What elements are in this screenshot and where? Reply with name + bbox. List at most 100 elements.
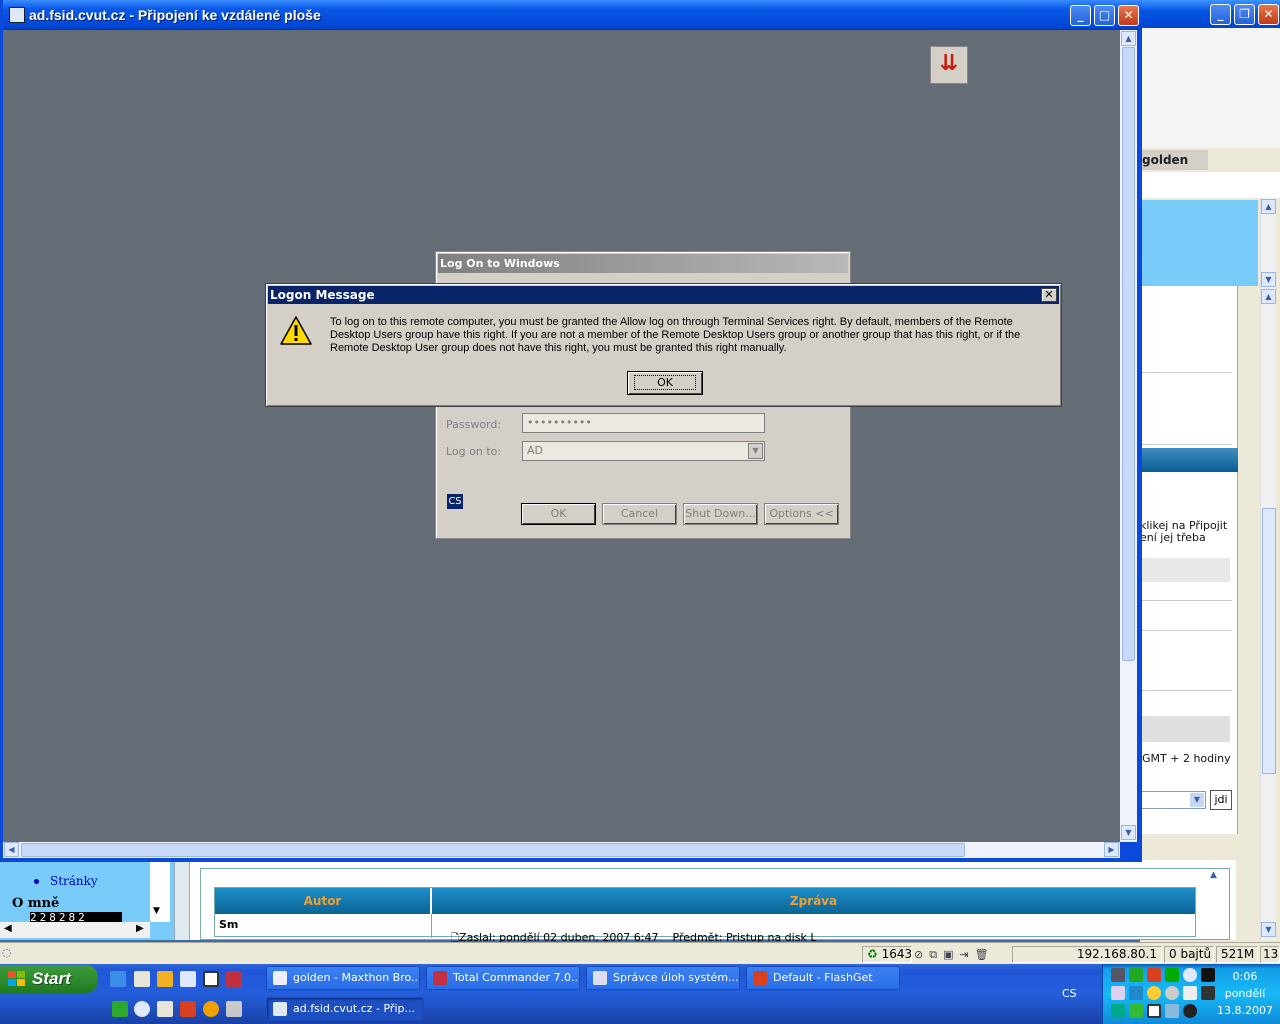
rd-maximize-button[interactable]: □	[1094, 5, 1115, 26]
media-player-icon[interactable]	[203, 1001, 219, 1017]
message-ok-button[interactable]: OK	[627, 371, 703, 395]
ie-icon[interactable]	[110, 971, 126, 987]
shutdown-button[interactable]: Shut Down...	[683, 503, 758, 525]
divider	[1140, 600, 1232, 601]
start-button[interactable]: Start	[0, 965, 98, 993]
language-indicator[interactable]: CS	[447, 494, 463, 509]
task-task-manager[interactable]: Správce úloh systém...	[586, 966, 740, 990]
logon-to-select[interactable]: AD ▼	[522, 441, 765, 461]
task-manager-icon	[593, 971, 607, 985]
flashget-icon[interactable]	[180, 1001, 196, 1017]
volume-icon[interactable]	[1165, 986, 1179, 1000]
rd-titlebar[interactable]: ad.fsid.cvut.cz - Připojení ke vzdálené …	[3, 0, 1142, 30]
status-icons[interactable]: ⊘⧉▣⇥🗑	[914, 948, 995, 962]
divider	[1140, 372, 1232, 373]
scroll-right-icon[interactable]: ▶	[1104, 842, 1119, 857]
rd-hscroll-thumb[interactable]	[21, 843, 965, 857]
password-field[interactable]: ••••••••••	[522, 413, 765, 433]
movie-maker-icon[interactable]	[226, 1001, 242, 1017]
status-ip: 192.168.80.1	[1012, 946, 1162, 963]
maxthon-icon[interactable]	[180, 971, 196, 987]
browser-minimize-button[interactable]: _	[1210, 4, 1231, 25]
browser-tab-golden[interactable]: golden	[1140, 150, 1208, 170]
divider	[1140, 444, 1232, 445]
rd-minimize-button[interactable]: _	[1070, 5, 1091, 26]
sidebar-link-stranky[interactable]: Stránky	[50, 874, 98, 888]
logon-to-label: Log on to:	[446, 445, 502, 458]
table-header-author: Autor	[215, 888, 431, 914]
flashget-drop-icon[interactable]: ⇊	[930, 46, 968, 84]
network-icon[interactable]	[1111, 968, 1125, 982]
winamp-icon[interactable]	[157, 971, 173, 987]
scroll-left-icon[interactable]: ◀	[4, 842, 19, 857]
task-total-commander[interactable]: Total Commander 7.0...	[426, 966, 580, 990]
clock-time: 0:06	[1232, 970, 1258, 983]
safely-remove-icon[interactable]	[1165, 1004, 1179, 1018]
post-author[interactable]: Sm	[219, 918, 238, 931]
browser-close-button[interactable]: ✕	[1258, 4, 1279, 25]
logon-ok-button[interactable]: OK	[521, 503, 596, 525]
options-button[interactable]: Options <<	[764, 503, 839, 525]
task-label: Správce úloh systém...	[613, 971, 739, 984]
forum-table: Autor Zpráva Sm 🗋Zaslal: pondělí 02 dube…	[214, 887, 1196, 944]
scroll-down-icon[interactable]: ▼	[153, 906, 160, 916]
lotus-tray-icon[interactable]	[1147, 1004, 1161, 1018]
task-maxthon[interactable]: golden - Maxthon Bro...	[266, 966, 420, 990]
browser-restore-button[interactable]: ❐	[1234, 4, 1255, 25]
browser-address-area	[1140, 172, 1280, 198]
temperature-icon[interactable]	[1129, 986, 1143, 1000]
frame-divider[interactable]	[174, 860, 190, 940]
password-label: Password:	[446, 418, 502, 431]
task-label: Default - FlashGet	[773, 971, 873, 984]
start-label: Start	[32, 969, 71, 988]
scroll-left-icon[interactable]: ◀	[4, 923, 12, 934]
status-count-text: 1643	[881, 947, 912, 961]
lotus-icon[interactable]	[203, 971, 219, 987]
media-tray-icon[interactable]	[1183, 1004, 1197, 1018]
scroll-up-icon[interactable]: ▲	[1261, 199, 1276, 214]
language-bar[interactable]: CS	[1062, 987, 1077, 1000]
clock[interactable]: 0:06 pondělí 13.8.2007	[1210, 968, 1280, 1019]
scroll-up-icon[interactable]: ▲	[1121, 31, 1136, 46]
status-bytes: 0 bajtů	[1164, 946, 1214, 963]
floppy-icon	[433, 971, 447, 985]
vim-icon[interactable]	[112, 1001, 128, 1017]
scroll-up-icon[interactable]: ▲	[1210, 870, 1217, 880]
chevron-down-icon[interactable]: ▼	[748, 443, 763, 459]
scroll-thumb[interactable]	[1262, 508, 1276, 774]
scroll-right-icon[interactable]: ▶	[136, 923, 144, 934]
jump-select[interactable]: ▼	[1140, 791, 1206, 809]
rd-vscroll-thumb[interactable]	[1122, 47, 1135, 661]
scroll-down-icon[interactable]: ▼	[1261, 272, 1276, 287]
task-flashget[interactable]: Default - FlashGet	[746, 966, 900, 990]
scroll-down-icon[interactable]: ▼	[1261, 922, 1276, 937]
calculator-icon[interactable]	[157, 1001, 173, 1017]
go-button[interactable]: jdi	[1210, 790, 1232, 810]
status-count: ♻ 1643	[862, 946, 912, 963]
task-remote-desktop[interactable]: ad.fsid.cvut.cz - Přip...	[266, 997, 424, 1021]
browser-statusbar: ◌ ♻ 1643 ⊘⧉▣⇥🗑 192.168.80.1 0 bajtů 521M…	[0, 942, 1280, 964]
monitor-icon[interactable]	[1165, 968, 1179, 982]
scroll-down-icon[interactable]: ▼	[1121, 825, 1136, 840]
chevron-down-icon[interactable]: ▼	[1190, 793, 1204, 807]
remote-desktop-icon	[273, 1002, 287, 1016]
task-label: ad.fsid.cvut.cz - Přip...	[293, 1002, 415, 1015]
outlook-icon[interactable]	[134, 971, 150, 987]
messenger-tray-icon[interactable]	[1183, 968, 1197, 982]
rd-close-button[interactable]: ✕	[1118, 5, 1139, 26]
windows-flag-icon	[8, 971, 25, 986]
vim-tray-icon[interactable]	[1129, 968, 1143, 982]
messenger-icon[interactable]	[134, 1001, 150, 1017]
tray-app-icon[interactable]	[1111, 986, 1125, 1000]
close-icon[interactable]: ✕	[1041, 288, 1057, 302]
floppy-icon[interactable]	[226, 971, 242, 987]
sidebar-scrollbar[interactable]: ▼	[150, 860, 170, 922]
shield-icon[interactable]	[1129, 1004, 1143, 1018]
skype-icon[interactable]	[1111, 1004, 1125, 1018]
flashget-tray-icon[interactable]	[1147, 968, 1161, 982]
scroll-up-icon[interactable]: ▲	[1261, 289, 1276, 304]
weather-icon[interactable]	[1147, 986, 1161, 1000]
logon-cancel-button[interactable]: Cancel	[602, 503, 677, 525]
battery-icon[interactable]	[1183, 986, 1197, 1000]
sidebar-hscrollbar[interactable]: ◀ ▶	[0, 922, 150, 938]
